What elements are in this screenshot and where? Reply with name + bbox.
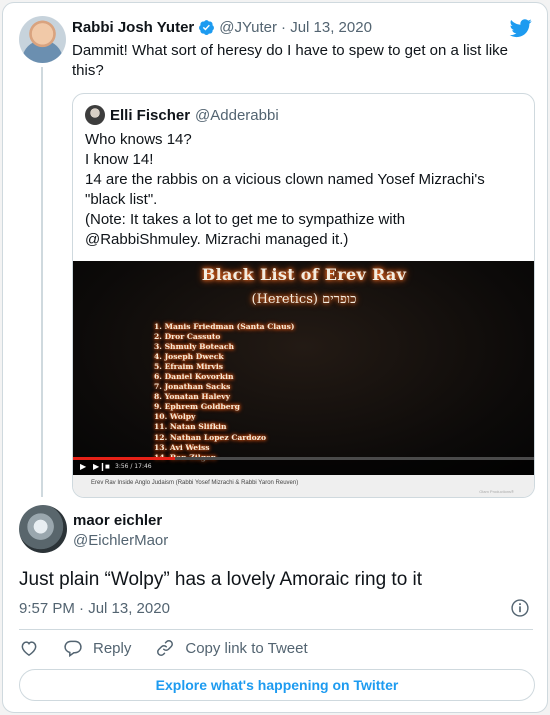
list-item: 2. Dror Cassuto [154, 332, 221, 342]
video-caption: Erev Rav Inside Anglo Judaism (Rabbi Yos… [91, 480, 299, 486]
volume-icon[interactable]: ■ [105, 462, 110, 471]
divider [19, 629, 533, 630]
reply-timestamp[interactable]: 9:57 PM · Jul 13, 2020 [19, 600, 170, 617]
list-item: 10. Wolpy [154, 412, 196, 422]
link-icon [157, 640, 174, 656]
list-item: 6. Daniel Kovorkin [154, 372, 234, 382]
like-button[interactable] [19, 638, 39, 658]
avatar-josh-yuter[interactable] [19, 16, 66, 63]
verified-badge-icon [199, 20, 215, 35]
skip-icon[interactable]: ▶❙ [93, 462, 106, 471]
list-item: 1. Manis Friedman (Santa Claus) [154, 322, 295, 331]
video-watermark: Olam Productions® [479, 489, 514, 494]
info-icon[interactable] [510, 598, 530, 618]
video-time: 3:56 / 17:46 [115, 463, 152, 470]
thread-connector-line [41, 67, 43, 497]
heart-icon [21, 641, 37, 656]
parent-tweet-header: Rabbi Josh Yuter @JYuter · Jul 13, 2020 [72, 19, 372, 36]
list-item: 11. Natan Slifkin [154, 422, 227, 432]
list-item: 13. Avi Weiss [154, 442, 210, 452]
video-thumbnail[interactable]: Black List of Erev Rav (Heretics) כופרים… [73, 261, 534, 497]
tweet-actions: Reply Copy link to Tweet [19, 638, 332, 658]
list-item: 7. Jonathan Sacks [154, 382, 231, 392]
quoted-tweet[interactable]: Elli Fischer @Adderabbi Who knows 14? I … [72, 93, 535, 498]
play-icon[interactable]: ▶ [80, 462, 86, 471]
quoted-line: (Note: It takes a lot to get me to sympa… [85, 211, 406, 248]
parent-author-name[interactable]: Rabbi Josh Yuter [72, 19, 194, 36]
copy-link-button[interactable]: Copy link to Tweet [155, 638, 308, 658]
list-item: 12. Nathan Lopez Cardozo [154, 432, 267, 442]
parent-tweet-date[interactable]: · Jul 13, 2020 [281, 19, 372, 36]
quoted-tweet-text: Who knows 14? I know 14! 14 are the rabb… [85, 130, 525, 250]
list-item: 4. Joseph Dweck [154, 352, 224, 362]
list-item: 5. Efraim Mirvis [154, 362, 223, 372]
quoted-line: 14 are the rabbis on a vicious clown nam… [85, 171, 485, 208]
video-frame[interactable]: Black List of Erev Rav (Heretics) כופרים… [73, 261, 534, 475]
parent-author-handle[interactable]: @JYuter [219, 19, 277, 36]
reply-tweet-text: Just plain “Wolpy” has a lovely Amoraic … [19, 569, 423, 590]
embedded-tweet-card: Rabbi Josh Yuter @JYuter · Jul 13, 2020 … [2, 2, 548, 713]
list-item: 9. Ephrem Goldberg [154, 402, 240, 412]
quoted-author-handle: @Adderabbi [195, 106, 279, 124]
video-title: Black List of Erev Rav [201, 265, 407, 284]
reply-author-handle[interactable]: @EichlerMaor [73, 532, 168, 549]
list-item: 8. Yonatan Halevy [154, 392, 231, 402]
video-subtitle: (Heretics) כופרים [251, 292, 357, 307]
parent-tweet-text: Dammit! What sort of heresy do I have to… [72, 42, 509, 79]
quoted-author-name: Elli Fischer [110, 106, 191, 124]
quoted-line: I know 14! [85, 151, 154, 168]
reply-button[interactable]: Reply [63, 638, 131, 658]
avatar-elli-fischer [85, 105, 105, 125]
video-controls: ▶ ▶❙ ■ 3:56 / 17:46 [73, 460, 534, 475]
reply-author-name[interactable]: maor eichler [73, 512, 162, 529]
reply-label: Reply [93, 639, 132, 657]
copy-link-label: Copy link to Tweet [185, 639, 308, 657]
blacklist: 1. Manis Friedman (Santa Claus) 2. Dror … [154, 322, 294, 463]
quoted-tweet-header: Elli Fischer @Adderabbi [85, 105, 279, 125]
explore-twitter-button[interactable]: Explore what's happening on Twitter [19, 669, 535, 701]
reply-icon [64, 640, 82, 658]
quoted-line: Who knows 14? [85, 131, 192, 148]
twitter-bird-icon[interactable] [509, 17, 533, 39]
avatar-maor-eichler[interactable] [19, 505, 67, 553]
list-item: 3. Shmuly Boteach [154, 342, 234, 352]
